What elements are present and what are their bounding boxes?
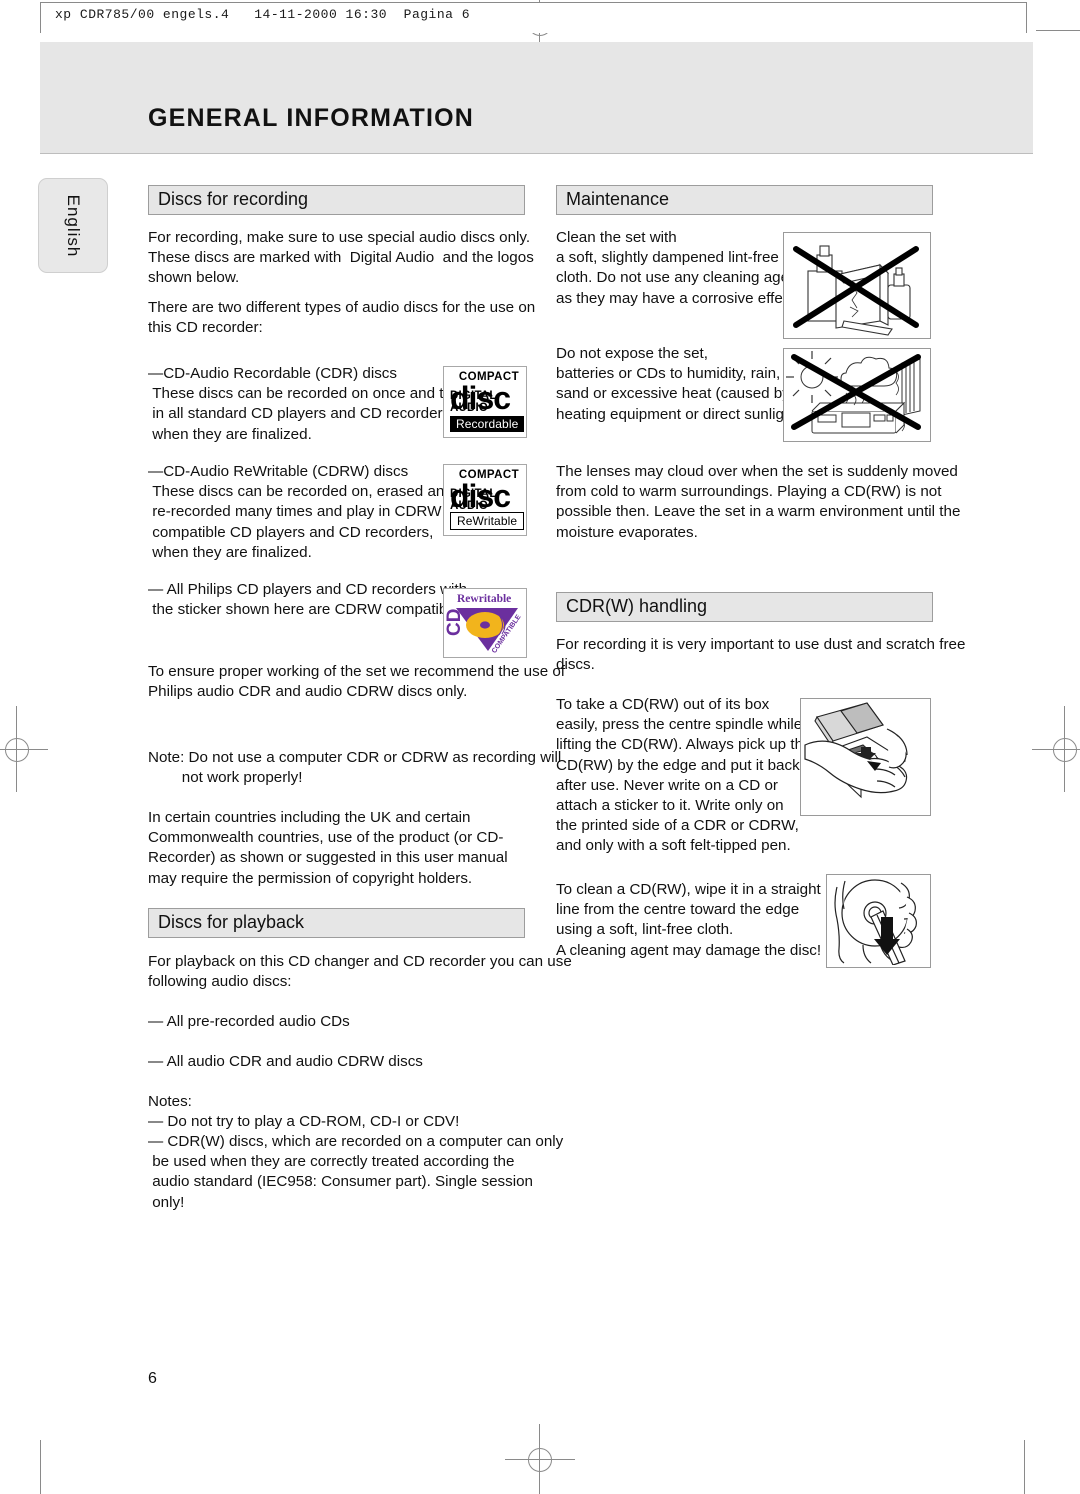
recommended-discs-note: To ensure proper working of the set we r… bbox=[148, 663, 566, 701]
registration-mark-right bbox=[1032, 706, 1080, 792]
maintenance-lenses-text: The lenses may cloud over when the set i… bbox=[556, 463, 961, 541]
header-band-rule bbox=[40, 153, 1033, 154]
discs-for-playback-intro: For playback on this CD changer and CD r… bbox=[148, 953, 572, 991]
manual-page: xp CDR785/00 engels.4 14-11-2000 16:30 P… bbox=[0, 0, 1080, 1494]
section-heading-discs-for-recording: Discs for recording bbox=[148, 185, 525, 215]
figure-no-heat-humidity bbox=[783, 348, 931, 442]
crop-mark-top-right-h bbox=[1036, 30, 1080, 31]
language-tab-label: English bbox=[64, 194, 83, 257]
page-title: GENERAL INFORMATION bbox=[148, 104, 475, 132]
section-heading-cdrw-handling: CDR(W) handling bbox=[556, 592, 933, 622]
registration-mark-left bbox=[0, 706, 48, 792]
section-heading-maintenance: Maintenance bbox=[556, 185, 933, 215]
section-heading-discs-for-playback-label: Discs for playback bbox=[158, 912, 305, 932]
playback-note-2: — CDR(W) discs, which are recorded on a … bbox=[148, 1133, 564, 1211]
cd-rewritable-logo: COMPACT disc DIGITAL AUDIO ReWritable bbox=[443, 464, 527, 536]
discs-for-recording-intro: For recording, make sure to use special … bbox=[148, 229, 534, 287]
cdr-logo-badge: Recordable bbox=[450, 416, 525, 432]
language-tab-english: English bbox=[38, 178, 108, 273]
section-heading-discs-for-playback: Discs for playback bbox=[148, 908, 525, 938]
section-heading-discs-for-recording-label: Discs for recording bbox=[158, 189, 309, 209]
svg-text:Rewritable: Rewritable bbox=[457, 593, 511, 605]
computer-disc-warning: Note: Do not use a computer CDR or CDRW … bbox=[148, 749, 562, 787]
page-number: 6 bbox=[148, 1370, 157, 1387]
discs-for-recording-types-intro: There are two different types of audio d… bbox=[148, 299, 536, 337]
no-cleaning-agents-icon bbox=[793, 245, 919, 336]
section-heading-cdrw-handling-label: CDR(W) handling bbox=[566, 596, 708, 616]
playback-bullet-cdr-cdrw: — All audio CDR and audio CDRW discs bbox=[148, 1053, 423, 1070]
cdr-logo-digital-audio-text: DIGITAL AUDIO bbox=[450, 390, 497, 414]
crop-mark-left-edge bbox=[40, 1440, 41, 1494]
registration-mark-bottom bbox=[505, 1424, 575, 1494]
figure-wipe-disc bbox=[826, 874, 931, 968]
header-band bbox=[40, 42, 1033, 153]
take-disc-from-box-icon bbox=[804, 702, 908, 799]
playback-bullet-prerecorded: — All pre-recorded audio CDs bbox=[148, 1013, 350, 1030]
section-heading-maintenance-label: Maintenance bbox=[566, 189, 670, 209]
cd-recordable-logo: COMPACT disc DIGITAL AUDIO Recordable bbox=[443, 366, 527, 438]
figure-take-disc-from-box bbox=[800, 698, 931, 816]
rewritable-compatible-icon: Rewritable CD COMPATIBLE bbox=[444, 593, 523, 655]
playback-notes-label: Notes: bbox=[148, 1093, 192, 1110]
copyright-note: In certain countries including the UK an… bbox=[148, 809, 508, 887]
cd-rewritable-compatible-sticker: Rewritable CD COMPATIBLE bbox=[443, 588, 527, 658]
crop-mark-right-edge bbox=[1024, 1440, 1025, 1494]
playback-note-1: — Do not try to play a CD-ROM, CD-I or C… bbox=[148, 1113, 460, 1130]
svg-text:CD: CD bbox=[444, 609, 465, 636]
cdrw-logo-badge: ReWritable bbox=[450, 512, 525, 530]
figure-no-cleaning-agents bbox=[783, 232, 931, 339]
wipe-disc-icon bbox=[834, 879, 917, 965]
cdrw-handling-intro: For recording it is very important to us… bbox=[556, 636, 966, 674]
cdrw-logo-digital-audio-text: DIGITAL AUDIO bbox=[450, 488, 497, 512]
no-heat-humidity-icon bbox=[786, 351, 921, 434]
print-slug-text: xp CDR785/00 engels.4 14-11-2000 16:30 P… bbox=[55, 7, 471, 22]
